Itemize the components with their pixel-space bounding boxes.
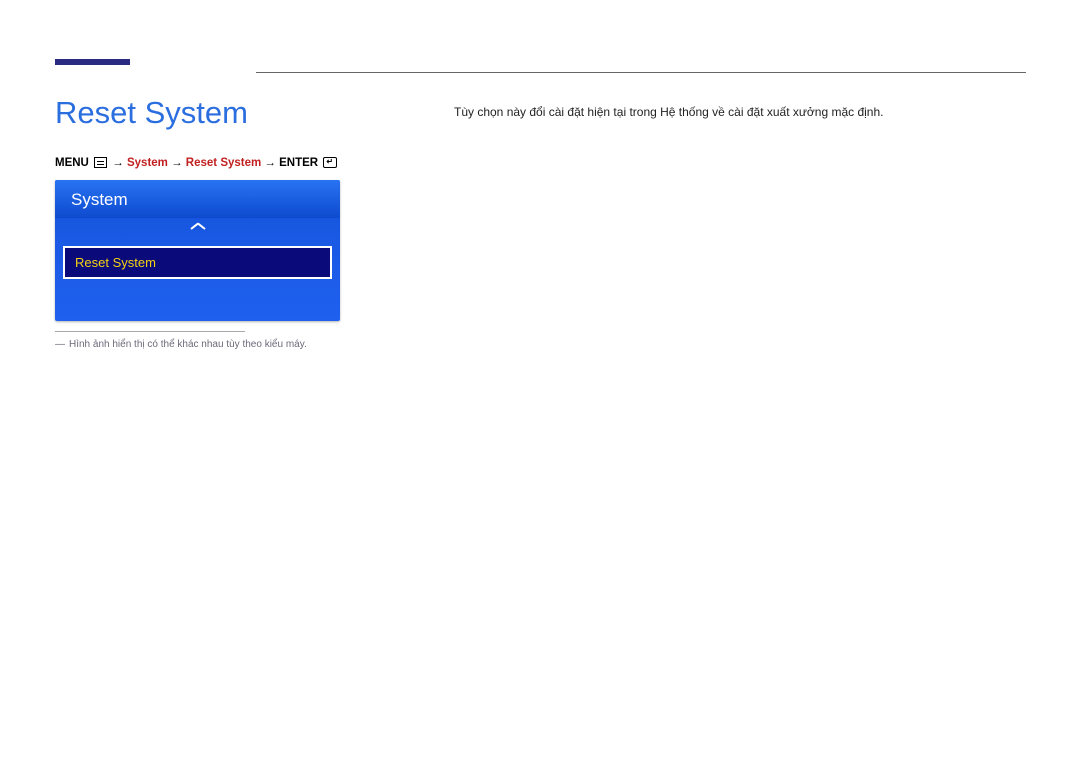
osd-panel: System Reset System	[55, 180, 340, 321]
menu-icon	[94, 157, 107, 168]
breadcrumb-system: System	[127, 157, 168, 169]
breadcrumb-menu-label: MENU	[55, 157, 89, 169]
description-text: Tùy chọn này đổi cài đặt hiện tại trong …	[454, 103, 884, 121]
breadcrumb-enter-label: ENTER	[279, 157, 318, 169]
osd-item-reset-system[interactable]: Reset System	[63, 246, 332, 279]
footnote-dash: ―	[55, 339, 65, 350]
top-divider	[256, 72, 1026, 73]
footnote-divider	[55, 331, 245, 332]
osd-scroll-up[interactable]	[55, 218, 340, 244]
breadcrumb-reset: Reset System	[186, 157, 261, 169]
osd-header: System	[55, 180, 340, 218]
footnote-text: Hình ảnh hiển thị có thể khác nhau tùy t…	[69, 339, 307, 350]
breadcrumb-arrow: →	[112, 157, 127, 169]
page-title: Reset System	[55, 95, 248, 131]
chevron-up-icon	[191, 225, 205, 233]
footnote: ― Hình ảnh hiển thị có thể khác nhau tùy …	[55, 339, 307, 350]
accent-bar	[55, 59, 130, 65]
breadcrumb-arrow: →	[261, 157, 279, 169]
breadcrumb-arrow: →	[168, 157, 186, 169]
breadcrumb: MENU → System → Reset System → ENTER	[55, 157, 339, 169]
enter-icon	[323, 157, 337, 168]
